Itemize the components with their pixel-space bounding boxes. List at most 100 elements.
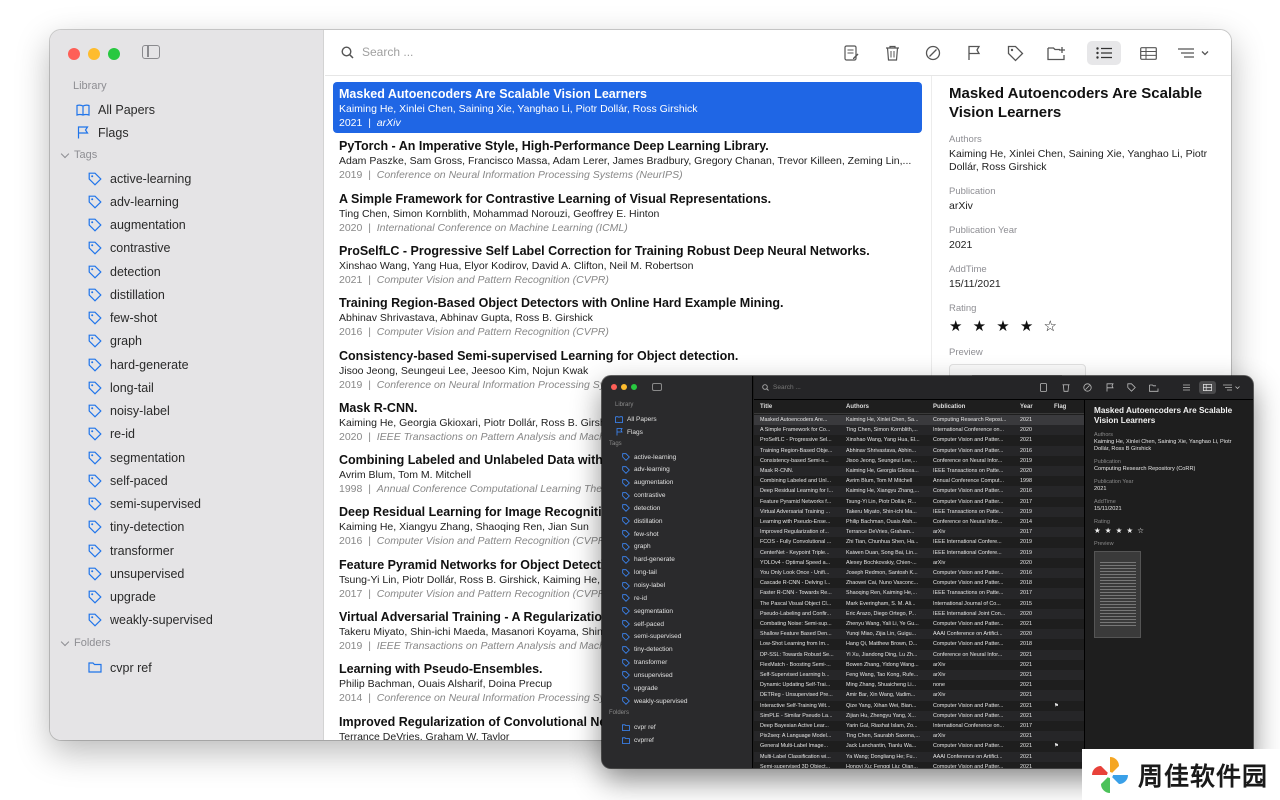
sidebar-item-flags[interactable]: Flags	[50, 121, 324, 144]
table-row[interactable]: A Simple Framework for Co... Ting Chen, S…	[754, 425, 1084, 436]
table-row[interactable]: Interactive Self-Training Wit... Qize Yan…	[754, 701, 1084, 711]
sidebar-tag-segmentation[interactable]: segmentation	[50, 446, 324, 469]
flag-icon[interactable]	[963, 42, 985, 64]
list-view-icon[interactable]	[1177, 381, 1194, 394]
folders-section-header[interactable]: Folders	[60, 637, 111, 649]
table-row[interactable]: Mask R-CNN. Kaiming He, Georgia Gkioxa...…	[754, 466, 1084, 477]
sidebar-tag-noisy-label[interactable]: noisy-label	[50, 400, 324, 423]
dark-sidebar-tag-augmentation[interactable]: augmentation	[602, 477, 753, 489]
tag-icon[interactable]	[1126, 382, 1137, 393]
sidebar-tag-long-tail[interactable]: long-tail	[50, 376, 324, 399]
table-row[interactable]: Pseudo-Labeling and Confir... Eric Arazo,…	[754, 608, 1084, 619]
edit-details-icon[interactable]	[840, 42, 862, 64]
sidebar-toggle-icon[interactable]	[652, 383, 662, 391]
sidebar-toggle-icon[interactable]	[142, 45, 160, 59]
table-row[interactable]: The Pascal Visual Object Cl... Mark Everi…	[754, 599, 1084, 609]
table-row[interactable]: Feature Pyramid Networks f... Tsung-Yi Li…	[754, 497, 1084, 507]
close-window-button[interactable]	[611, 384, 617, 390]
dark-sidebar-tag-contrastive[interactable]: contrastive	[602, 490, 753, 502]
folder-add-icon[interactable]	[1148, 382, 1159, 393]
table-row[interactable]: Pix2seq: A Language Model... Ting Chen, S…	[754, 731, 1084, 742]
paper-list-item[interactable]: Masked Autoencoders Are Scalable Vision …	[333, 82, 922, 133]
table-row[interactable]: Masked Autoencoders Are... Kaiming He, Xi…	[754, 415, 1084, 426]
dark-sidebar-tag-re-id[interactable]: re-id	[602, 592, 753, 604]
table-row[interactable]: FCOS - Fully Convolutional ... Zhi Tian, …	[754, 537, 1084, 547]
table-row[interactable]: General Multi-Label Image... Jack Lanchan…	[754, 741, 1084, 751]
sidebar-tag-unsupervised[interactable]: unsupervised	[50, 562, 324, 585]
table-row[interactable]: YOLOv4 - Optimal Speed a... Alexey Bochko…	[754, 558, 1084, 568]
folder-add-icon[interactable]	[1045, 42, 1067, 64]
table-row[interactable]: SimPLE - Similar Pseudo La... Zijian Hu, …	[754, 710, 1084, 721]
dark-sidebar-tag-weakly-supervised[interactable]: weakly-supervised	[602, 695, 753, 707]
dark-sidebar-tag-semi-supervised[interactable]: semi-supervised	[602, 631, 753, 643]
dark-sidebar-tag-transformer[interactable]: transformer	[602, 657, 753, 669]
sidebar-tag-augmentation[interactable]: augmentation	[50, 214, 324, 237]
table-row[interactable]: FlexMatch - Boosting Semi-... Bowen Zhang…	[754, 660, 1084, 670]
prohibit-icon[interactable]	[1082, 382, 1093, 393]
sidebar-tag-re-id[interactable]: re-id	[50, 423, 324, 446]
flag-icon[interactable]	[1104, 382, 1115, 393]
table-row[interactable]: Low-Shot Learning from Im... Hang Qi, Mat…	[754, 639, 1084, 649]
column-header-title[interactable]: Title	[760, 400, 840, 414]
search-input[interactable]: Search ...	[362, 45, 413, 59]
edit-details-icon[interactable]	[1038, 382, 1049, 393]
tags-section-header[interactable]: Tags	[609, 441, 622, 447]
sidebar-tag-active-learning[interactable]: active-learning	[50, 167, 324, 190]
paper-list-item[interactable]: PyTorch - An Imperative Style, High-Perf…	[333, 134, 922, 185]
dark-sidebar-tag-active-learning[interactable]: active-learning	[602, 451, 753, 463]
dark-sidebar-tag-detection[interactable]: detection	[602, 502, 753, 514]
sidebar-tag-transformer[interactable]: transformer	[50, 539, 324, 562]
dark-sidebar-tag-few-shot[interactable]: few-shot	[602, 528, 753, 540]
sort-menu-icon[interactable]	[1221, 381, 1243, 394]
sidebar-tag-semi-supervised[interactable]: semi-supervised	[50, 493, 324, 516]
close-window-button[interactable]	[68, 48, 80, 60]
column-header-year[interactable]: Year	[1020, 400, 1044, 414]
table-row[interactable]: Cascade R-CNN - Delving I... Zhaowei Cai,…	[754, 578, 1084, 588]
dark-sidebar-tag-upgrade[interactable]: upgrade	[602, 682, 753, 694]
tags-section-header[interactable]: Tags	[60, 149, 97, 161]
paper-list-item[interactable]: ProSelfLC - Progressive Self Label Corre…	[333, 239, 922, 290]
paper-list-item[interactable]: A Simple Framework for Contrastive Learn…	[333, 187, 922, 238]
paper-list-item[interactable]: Training Region-Based Object Detectors w…	[333, 291, 922, 342]
table-row[interactable]: Consistency-based Semi-s... Jisoo Jeong, …	[754, 456, 1084, 466]
search-bar[interactable]: Search ...	[341, 45, 413, 59]
column-header-publication[interactable]: Publication	[933, 400, 1013, 414]
sidebar-tag-distillation[interactable]: distillation	[50, 283, 324, 306]
sidebar-tag-adv-learning[interactable]: adv-learning	[50, 190, 324, 213]
table-row[interactable]: Training Region-Based Obje... Abhinav Shr…	[754, 445, 1084, 456]
rating-stars[interactable]: ★ ★ ★ ★ ☆	[949, 317, 1214, 335]
table-row[interactable]: Semi-supervised 3D Object... Hongyi Xu; F…	[754, 762, 1084, 768]
sidebar-tag-hard-generate[interactable]: hard-generate	[50, 353, 324, 376]
folders-section-header[interactable]: Folders	[609, 710, 629, 716]
sidebar-tag-upgrade[interactable]: upgrade	[50, 586, 324, 609]
sidebar-tag-graph[interactable]: graph	[50, 330, 324, 353]
minimize-window-button[interactable]	[88, 48, 100, 60]
table-row[interactable]: Learning with Pseudo-Ense... Philip Bachm…	[754, 517, 1084, 527]
dark-sidebar-item-all-papers[interactable]: All Papers	[602, 413, 753, 425]
sidebar-folder-cvpr-ref[interactable]: cvpr ref	[50, 656, 324, 679]
pdf-preview-thumbnail[interactable]	[1094, 551, 1141, 638]
table-row[interactable]: Multi-Label Classification wi... Ya Wang;…	[754, 751, 1084, 762]
minimize-window-button[interactable]	[621, 384, 627, 390]
dark-sidebar-tag-unsupervised[interactable]: unsupervised	[602, 669, 753, 681]
table-row[interactable]: Shallow Feature Based Den... Yunqi Miao, …	[754, 629, 1084, 640]
trash-icon[interactable]	[1060, 382, 1071, 393]
dark-sidebar-folder[interactable]: cvprref	[602, 734, 753, 746]
table-row[interactable]: Deep Bayesian Active Lear... Yarin Gal, R…	[754, 721, 1084, 731]
table-row[interactable]: Dynamic Updating Self-Trai... Ming Zhang,…	[754, 680, 1084, 690]
table-row[interactable]: DETReg - Unsupervised Pre... Amir Bar, Xi…	[754, 690, 1084, 701]
dark-sidebar-tag-distillation[interactable]: distillation	[602, 515, 753, 527]
table-row[interactable]: Self-Supervised Learning b... Feng Wang, …	[754, 670, 1084, 681]
table-row[interactable]: Combining Labeled and Unl... Avrim Blum, …	[754, 476, 1084, 486]
dark-sidebar-tag-long-tail[interactable]: long-tail	[602, 567, 753, 579]
table-view-icon[interactable]	[1131, 41, 1165, 65]
dark-search-bar[interactable]: Search ...	[762, 384, 801, 391]
column-header-flag[interactable]: Flag	[1054, 400, 1074, 414]
prohibit-icon[interactable]	[922, 42, 944, 64]
dark-sidebar-tag-graph[interactable]: graph	[602, 541, 753, 553]
sidebar-tag-contrastive[interactable]: contrastive	[50, 237, 324, 260]
dark-sidebar-folder[interactable]: cvpr ref	[602, 721, 753, 733]
list-view-icon[interactable]	[1087, 41, 1121, 65]
table-row[interactable]: DP-SSL: Towards Robust Se... Yi Xu, Jiand…	[754, 649, 1084, 660]
table-row[interactable]: Faster R-CNN - Towards Re... Shaoqing Ren…	[754, 588, 1084, 599]
